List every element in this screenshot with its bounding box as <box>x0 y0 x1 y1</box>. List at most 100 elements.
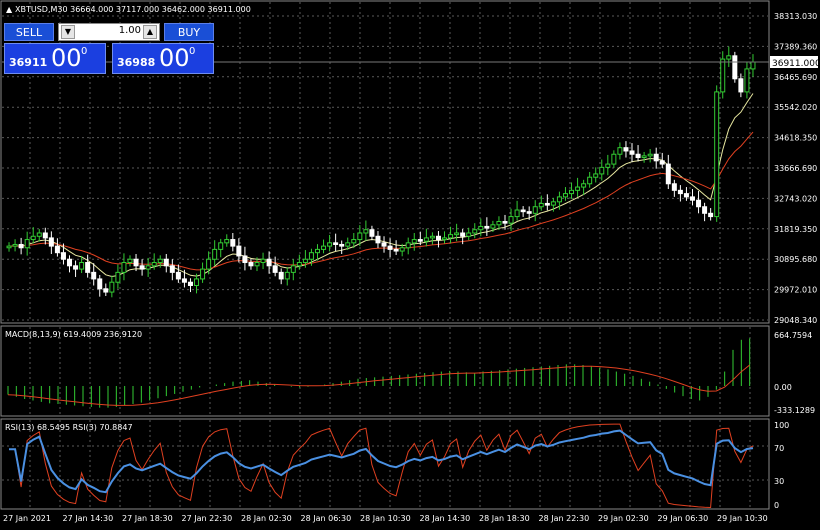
time-axis-label: 29 Jan 02:30 <box>598 514 649 523</box>
price-axis-label: 31819.350 <box>774 225 817 234</box>
candle-body <box>423 237 429 242</box>
candle-body <box>284 271 290 280</box>
candle-body <box>496 221 502 226</box>
candle-body <box>460 232 466 237</box>
moving-average-lines <box>8 93 754 278</box>
candle-body <box>683 193 689 198</box>
grid-lines <box>2 2 768 508</box>
buy-button[interactable]: BUY <box>164 23 214 41</box>
candle-body <box>726 55 732 60</box>
symbol-arrow-icon[interactable]: ▲ <box>6 5 13 14</box>
candlestick-series <box>6 46 756 298</box>
candle-body <box>405 242 411 249</box>
candle-body <box>411 239 417 244</box>
macd-header: MACD(8,13,9) 619.4009 236.9120 <box>5 330 142 339</box>
candle-body <box>696 199 702 208</box>
time-axis-label: 27 Jan 18:30 <box>122 514 173 523</box>
candle-body <box>254 262 260 267</box>
rsi-axis-100: 100 <box>774 421 789 430</box>
candle-body <box>351 239 357 244</box>
price-axis-label: 38313.030 <box>774 12 817 21</box>
candle-body <box>435 235 441 241</box>
candle-body <box>121 262 127 273</box>
candle-body <box>617 147 623 155</box>
price-axis-label: 33666.690 <box>774 164 817 173</box>
candle-body <box>738 78 744 93</box>
lot-decrease-icon[interactable]: ▼ <box>61 25 75 39</box>
candle-body <box>30 235 36 241</box>
candle-body <box>18 243 24 249</box>
candle-body <box>647 153 653 157</box>
candle-body <box>478 225 484 231</box>
time-axis-label: 27 Jan 2021 <box>3 514 51 523</box>
candle-body <box>399 247 405 252</box>
chart-canvas[interactable]: 38313.030 37389.360 36465.690 35542.020 3461… <box>0 0 820 530</box>
sell-price-box[interactable]: 36911 00 0 <box>4 43 106 74</box>
sell-button[interactable]: SELL <box>4 23 54 41</box>
candle-body <box>508 216 514 224</box>
candle-body <box>133 258 139 267</box>
candle-body <box>103 288 109 293</box>
candle-body <box>429 235 435 239</box>
candle-body <box>48 237 54 247</box>
price-axis-label: 29972.010 <box>774 286 817 295</box>
candle-body <box>641 155 647 159</box>
candle-body <box>151 262 157 267</box>
candle-body <box>6 245 12 249</box>
candle-body <box>387 245 393 250</box>
candle-body <box>375 235 381 244</box>
candle-body <box>363 229 369 234</box>
macd-histogram <box>7 338 751 408</box>
candle-body <box>466 232 472 237</box>
buy-price-main: 36988 <box>117 56 156 69</box>
buy-price-box[interactable]: 36988 00 0 <box>112 43 214 74</box>
time-axis-label: 29 Jan 06:30 <box>658 514 709 523</box>
rsi-header: RSI(13) 68.5495 RSI(3) 70.8847 <box>5 423 133 432</box>
price-axis-label: 30895.680 <box>774 255 817 264</box>
candle-body <box>472 229 478 234</box>
sell-price-main: 36911 <box>9 56 48 69</box>
candle-body <box>720 58 726 93</box>
candle-body <box>67 258 73 267</box>
rsi-axis-0: 0 <box>774 501 779 510</box>
candle-body <box>314 248 320 254</box>
candle-body <box>581 183 587 188</box>
candle-body <box>369 229 375 237</box>
candle-body <box>653 153 659 162</box>
candle-body <box>345 242 351 247</box>
candle-body <box>200 268 206 280</box>
candle-body <box>623 147 629 152</box>
candle-body <box>514 209 520 218</box>
current-price-label: 36911.000 <box>772 59 820 69</box>
candle-body <box>194 278 200 286</box>
candle-body <box>708 212 714 218</box>
time-axis-label: 28 Jan 02:30 <box>241 514 292 523</box>
candle-body <box>181 278 187 283</box>
candle-body <box>91 271 97 280</box>
price-axis-label: 36465.690 <box>774 73 817 82</box>
price-axis-label: 34618.350 <box>774 134 817 143</box>
candle-body <box>242 255 248 264</box>
rsi-axis-30: 30 <box>774 477 784 486</box>
candle-body <box>60 252 66 260</box>
candle-body <box>484 225 490 229</box>
candle-body <box>689 196 695 201</box>
candle-body <box>248 262 254 267</box>
lot-size-field[interactable]: ▼ 1.00 ▲ <box>58 23 160 41</box>
candle-body <box>556 196 562 203</box>
candle-body <box>526 211 532 214</box>
lot-increase-icon[interactable]: ▲ <box>143 25 157 39</box>
one-click-trading-panel: SELL ▼ 1.00 ▲ BUY 36911 00 0 36988 00 0 <box>4 23 214 75</box>
rsi-lines <box>9 423 754 509</box>
candle-body <box>260 258 266 264</box>
time-axis-label: 29 Jan 10:30 <box>717 514 768 523</box>
candle-body <box>381 242 387 247</box>
candle-body <box>278 271 284 280</box>
candle-body <box>490 224 496 229</box>
candle-body <box>520 209 526 213</box>
price-axis-label: 32743.020 <box>774 194 817 203</box>
candle-body <box>569 189 575 195</box>
candle-body <box>139 265 145 270</box>
price-axis-label: 37389.360 <box>774 42 817 51</box>
candle-body <box>187 281 193 286</box>
